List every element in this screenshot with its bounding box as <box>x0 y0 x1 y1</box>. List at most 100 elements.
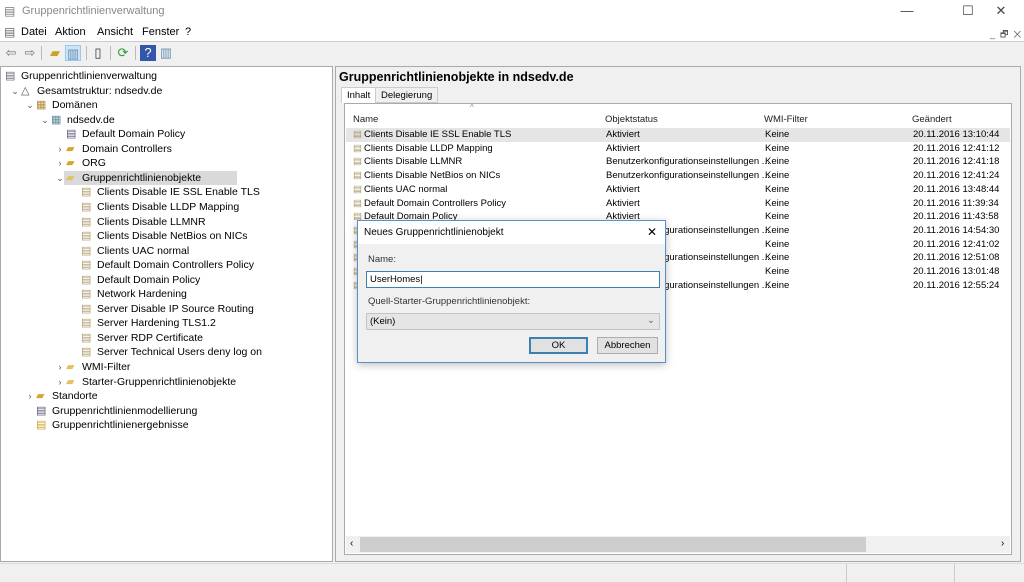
cell-status: Benutzerkonfigurationseinstellungen ... <box>606 170 770 182</box>
tree-item-label: Default Domain Policy <box>97 273 201 286</box>
chevron-down-icon[interactable]: ⌄ <box>40 113 50 127</box>
cell-name: Clients UAC normal <box>364 183 448 195</box>
ok-button[interactable]: OK <box>529 337 588 354</box>
folder-icon: ▰ <box>66 375 75 388</box>
minimize-button[interactable]: — <box>884 0 930 22</box>
tree-item-label: Clients Disable NetBios on NICs <box>97 230 248 243</box>
name-input[interactable]: UserHomes| <box>366 271 660 288</box>
gpo-icon: ▤ <box>353 156 362 168</box>
scrollbar-thumb[interactable] <box>360 537 866 552</box>
tree-item-label: Gruppenrichtlinienmodellierung <box>52 404 198 417</box>
menu-help[interactable]: ? <box>185 26 191 38</box>
menu-aktion[interactable]: Aktion <box>55 26 86 38</box>
tree-item-label: Clients Disable LLMNR <box>97 215 206 228</box>
modeling-icon: ▤ <box>36 404 47 417</box>
chevron-right-icon[interactable]: › <box>55 156 65 170</box>
sort-ascending-icon: ^ <box>470 103 474 112</box>
cell-status: Benutzerkonfigurationseinstellungen ... <box>606 156 770 168</box>
domains-icon: ▦ <box>36 99 47 112</box>
refresh-icon[interactable]: ⟳ <box>115 45 131 61</box>
chevron-down-icon: ⌄ <box>647 315 655 326</box>
properties-icon[interactable]: ▯ <box>90 45 106 61</box>
cell-changed: 20.11.2016 13:48:44 <box>913 183 1000 195</box>
cell-changed: 20.11.2016 12:41:24 <box>913 170 1000 182</box>
cancel-button[interactable]: Abbrechen <box>597 337 658 354</box>
column-header-changed[interactable]: Geändert <box>912 114 952 125</box>
gpo-icon: ▤ <box>81 302 92 315</box>
tree-item-label: Domänen <box>52 99 98 112</box>
chevron-right-icon[interactable]: › <box>55 142 65 156</box>
menu-fenster[interactable]: Fenster <box>142 26 179 38</box>
menu-bar: ▤ Datei Aktion Ansicht Fenster ? _ 🗗 ✕ <box>0 22 1024 42</box>
gpo-link-icon: ▤ <box>66 128 77 141</box>
chevron-right-icon[interactable]: › <box>55 360 65 374</box>
menu-datei[interactable]: Datei <box>21 26 47 38</box>
system-menu-icon[interactable]: ▤ <box>4 25 15 39</box>
gpo-icon: ▤ <box>353 197 362 209</box>
forward-icon[interactable]: ⇨ <box>22 45 38 61</box>
gpo-icon: ▤ <box>81 200 92 213</box>
table-row[interactable]: ▤ Clients Disable IE SSL Enable TLS Aktivi… <box>346 128 1010 142</box>
gpo-icon: ▤ <box>81 259 92 272</box>
mdi-controls[interactable]: _ 🗗 ✕ <box>990 27 1021 43</box>
status-divider <box>954 564 955 582</box>
column-header-status[interactable]: Objektstatus <box>605 114 658 125</box>
status-bar <box>0 563 1024 582</box>
menu-ansicht[interactable]: Ansicht <box>97 26 133 38</box>
toolbar-separator <box>86 46 87 60</box>
cell-changed: 20.11.2016 11:39:34 <box>913 197 999 209</box>
column-header-wmi[interactable]: WMI-Filter <box>764 114 808 125</box>
source-select-value: (Kein) <box>370 316 396 327</box>
gpo-icon: ▤ <box>81 288 92 301</box>
table-row[interactable]: ▤ Default Domain Controllers Policy Aktivi… <box>346 197 1010 211</box>
table-row[interactable]: ▤ Clients Disable LLMNR Benutzerkonfigurat… <box>346 155 1010 169</box>
cell-changed: 20.11.2016 13:01:48 <box>913 266 1000 277</box>
tree-item-label: Clients Disable LLDP Mapping <box>97 200 240 213</box>
scroll-left-icon[interactable]: ‹ <box>350 538 353 549</box>
table-row[interactable]: ▤ Clients Disable LLDP Mapping Aktiviert Ke… <box>346 142 1010 156</box>
up-folder-icon[interactable]: ▰ <box>47 45 63 61</box>
tree-item-label: Server Hardening TLS1.2 <box>97 317 216 330</box>
cell-changed: 20.11.2016 12:55:24 <box>913 279 1000 291</box>
help-icon[interactable]: ? <box>140 45 156 61</box>
cell-changed: 20.11.2016 11:43:58 <box>913 211 999 223</box>
close-button[interactable]: ✕ <box>978 0 1024 22</box>
toolbar-separator <box>110 46 111 60</box>
show-hide-tree-icon[interactable]: ▥ <box>65 45 81 61</box>
cell-name: Default Domain Controllers Policy <box>364 197 507 209</box>
cell-wmi-filter: Keine <box>765 129 790 140</box>
gpo-icon: ▤ <box>353 183 362 195</box>
chevron-down-icon[interactable]: ⌄ <box>55 171 65 185</box>
toolbar-separator <box>135 46 136 60</box>
back-icon[interactable]: ⇦ <box>3 45 19 61</box>
tree-item-label: Server Disable IP Source Routing <box>97 302 254 315</box>
table-row[interactable]: ▤ Clients UAC normal Aktiviert Keine 20.11.2… <box>346 183 1010 197</box>
tree-item[interactable]: ⌄ ▰ Gruppenrichtlinienobjekte <box>56 170 237 185</box>
tree-item-label: Default Domain Policy <box>82 128 186 141</box>
cell-status: Aktiviert <box>606 142 640 154</box>
cell-status: Aktiviert <box>606 183 640 195</box>
chevron-down-icon[interactable]: ⌄ <box>10 84 20 98</box>
cell-changed: 20.11.2016 12:51:08 <box>913 252 1000 264</box>
action-pane-icon[interactable]: ▥ <box>158 45 174 61</box>
scroll-right-icon[interactable]: › <box>1001 538 1004 549</box>
name-input-value: UserHomes <box>370 274 421 285</box>
tab-delegierung[interactable]: Delegierung <box>375 87 439 103</box>
tab-inhalt[interactable]: Inhalt <box>341 87 377 103</box>
gpo-icon: ▤ <box>353 170 362 182</box>
chevron-right-icon[interactable]: › <box>25 389 35 403</box>
ou-icon: ▰ <box>66 142 75 155</box>
toolbar-separator <box>41 46 42 60</box>
new-gpo-dialog: Neues Gruppenrichtlinienobjekt ✕ Name: U… <box>357 220 666 363</box>
chevron-down-icon[interactable]: ⌄ <box>25 98 35 112</box>
horizontal-scrollbar[interactable]: ‹ › <box>346 536 1010 553</box>
source-label: Quell-Starter-Gruppenrichtlinienobjekt: <box>368 296 531 307</box>
column-header-name[interactable]: Name <box>353 114 378 125</box>
table-row[interactable]: ▤ Clients Disable NetBios on NICs Benutzer… <box>346 169 1010 183</box>
gpo-icon: ▤ <box>81 346 92 359</box>
cell-status: Aktiviert <box>606 197 640 209</box>
dialog-close-button[interactable]: ✕ <box>647 225 657 239</box>
cell-name: Clients Disable LLMNR <box>364 156 463 168</box>
source-starter-gpo-select[interactable]: (Kein) ⌄ <box>366 313 660 330</box>
chevron-right-icon[interactable]: › <box>55 375 65 389</box>
